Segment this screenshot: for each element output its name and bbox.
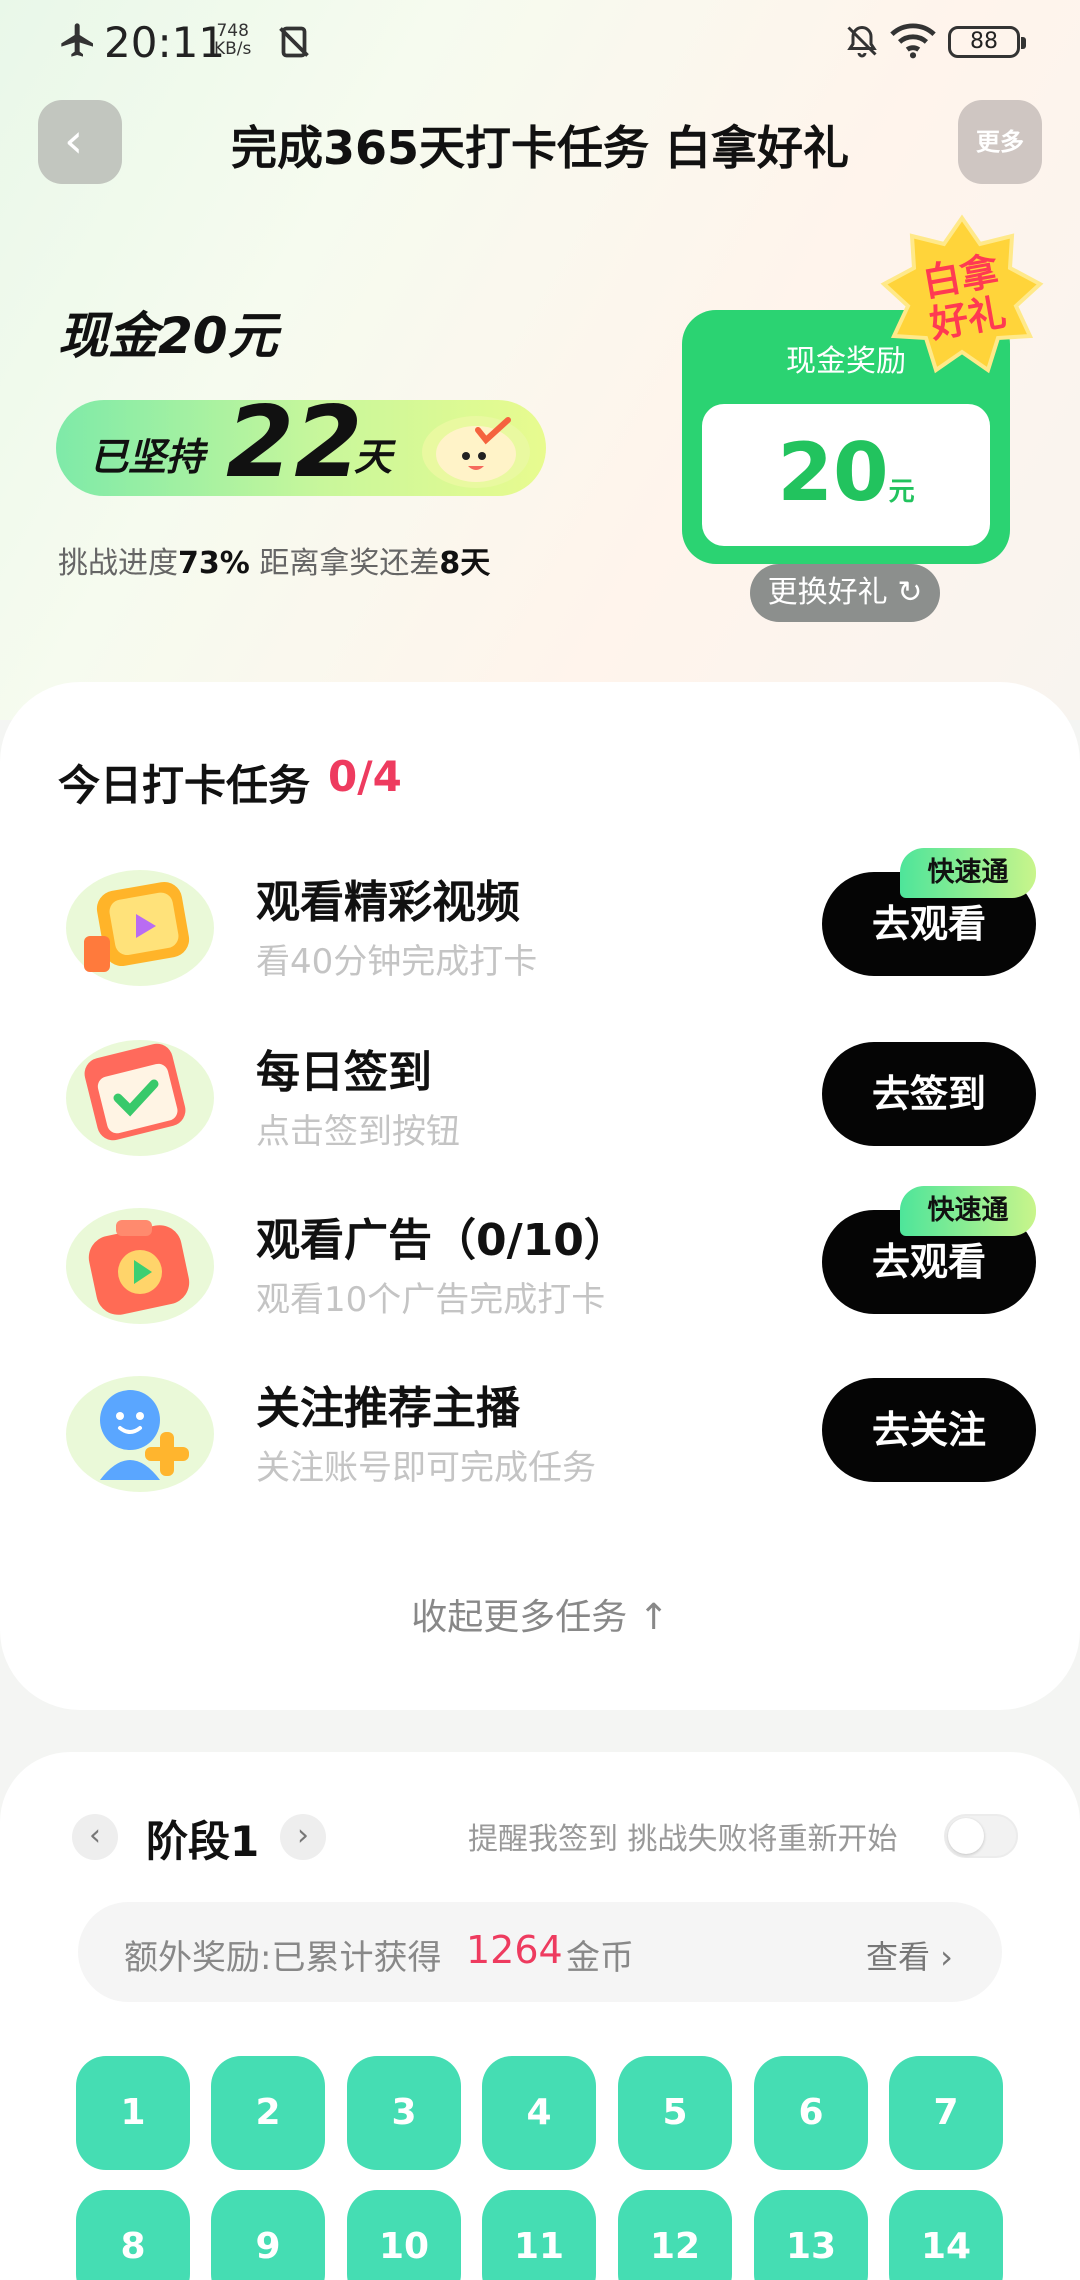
task-subtitle: 看40分钟完成打卡 — [256, 942, 538, 982]
streak-days: 22 — [226, 386, 363, 500]
bonus-bar: 额外奖励:已累计获得 1264 金币 查看 › — [78, 1902, 1002, 2002]
stage-card: ‹ 阶段1 › 提醒我签到 挑战失败将重新开始 额外奖励:已累计获得 1264 … — [0, 1752, 1080, 2280]
no-sim-icon — [279, 26, 309, 58]
bonus-value: 1264 — [466, 1928, 563, 1972]
video-icon — [66, 870, 214, 986]
day-tile[interactable]: 10 — [347, 2190, 461, 2280]
day-tile[interactable]: 6 — [754, 2056, 868, 2170]
wifi-icon — [890, 23, 936, 59]
more-button[interactable]: 更多 — [958, 100, 1042, 184]
ad-play-icon — [66, 1208, 214, 1324]
day-tile[interactable]: 5 — [618, 2056, 732, 2170]
bonus-label: 额外奖励:已累计获得 — [124, 1938, 442, 1978]
fast-pass-tag: 快速通 — [900, 1186, 1036, 1236]
follow-user-icon — [66, 1376, 214, 1492]
bell-muted-icon — [847, 25, 877, 58]
task-title: 观看广告（0/10） — [256, 1215, 628, 1266]
streak-banner: 已坚持 22 天 — [56, 386, 546, 500]
day-tile[interactable]: 14 — [889, 2190, 1003, 2280]
go-follow-button[interactable]: 去关注 — [822, 1378, 1036, 1482]
back-button[interactable]: ‹ — [38, 100, 122, 184]
daily-task-card: 今日打卡任务 0/4 观看精彩视频 看40分钟完成打卡 去观看 快速通 每日签到… — [0, 682, 1080, 1710]
task-row-follow-streamer: 关注推荐主播 关注账号即可完成任务 去关注 — [0, 1358, 1080, 1498]
remind-toggle[interactable] — [944, 1814, 1018, 1858]
task-subtitle: 点击签到按钮 — [256, 1112, 460, 1152]
airplane-icon — [61, 23, 93, 57]
streak-prefix: 已坚持 — [90, 435, 205, 479]
collapse-tasks-link[interactable]: 收起更多任务 ↑ — [0, 1588, 1080, 1640]
cash-reward-title: 现金20元 — [58, 307, 278, 365]
battery-indicator: 88 — [948, 26, 1026, 58]
day-tile[interactable]: 2 — [211, 2056, 325, 2170]
status-bar: 20:11 748 KB/s 88 — [0, 0, 1080, 84]
day-tile[interactable]: 9 — [211, 2190, 325, 2280]
task-subtitle: 关注账号即可完成任务 — [256, 1448, 596, 1488]
calendar-check-icon — [66, 1040, 214, 1156]
prev-stage-button[interactable]: ‹ — [72, 1814, 118, 1860]
task-subtitle: 观看10个广告完成打卡 — [256, 1280, 606, 1320]
day-tile[interactable]: 4 — [482, 2056, 596, 2170]
reward-amount: 20元 — [777, 426, 915, 519]
network-speed: 748 KB/s — [214, 21, 252, 59]
task-heading: 今日打卡任务 — [58, 761, 311, 810]
task-title: 观看精彩视频 — [256, 877, 520, 928]
task-row-daily-checkin: 每日签到 点击签到按钮 去签到 — [0, 1022, 1080, 1162]
day-tile[interactable]: 3 — [347, 2056, 461, 2170]
chevron-left-icon: ‹ — [64, 113, 84, 169]
challenge-progress: 挑战进度73% 距离拿奖还差8天 — [58, 546, 491, 581]
view-bonus-link[interactable]: 查看 › — [866, 1932, 953, 1978]
clock: 20:11 — [104, 18, 226, 67]
task-count: 0/4 — [328, 752, 402, 801]
task-row-watch-ads: 观看广告（0/10） 观看10个广告完成打卡 去观看 快速通 — [0, 1186, 1080, 1330]
go-checkin-button[interactable]: 去签到 — [822, 1042, 1036, 1146]
page-title: 完成365天打卡任务 白拿好礼 — [230, 121, 850, 175]
day-tile[interactable]: 11 — [482, 2190, 596, 2280]
change-gift-button[interactable]: 更换好礼 ↻ — [750, 564, 940, 622]
day-tile[interactable]: 12 — [618, 2190, 732, 2280]
reward-amount-box: 20元 — [702, 404, 990, 546]
mascot-icon — [422, 416, 530, 488]
task-row-watch-video: 观看精彩视频 看40分钟完成打卡 去观看 快速通 — [0, 848, 1080, 992]
stage-name: 阶段1 — [146, 1817, 260, 1866]
remind-label: 提醒我签到 挑战失败将重新开始 — [468, 1822, 898, 1857]
task-title: 每日签到 — [256, 1047, 432, 1098]
day-tile[interactable]: 8 — [76, 2190, 190, 2280]
bonus-unit: 金币 — [566, 1938, 634, 1978]
task-title: 关注推荐主播 — [256, 1383, 520, 1434]
free-gift-badge: 白拿 好礼 — [880, 214, 1044, 374]
streak-unit: 天 — [354, 435, 393, 479]
day-tile[interactable]: 13 — [754, 2190, 868, 2280]
day-tile[interactable]: 7 — [889, 2056, 1003, 2170]
day-tile[interactable]: 1 — [76, 2056, 190, 2170]
fast-pass-tag: 快速通 — [900, 848, 1036, 898]
next-stage-button[interactable]: › — [280, 1814, 326, 1860]
